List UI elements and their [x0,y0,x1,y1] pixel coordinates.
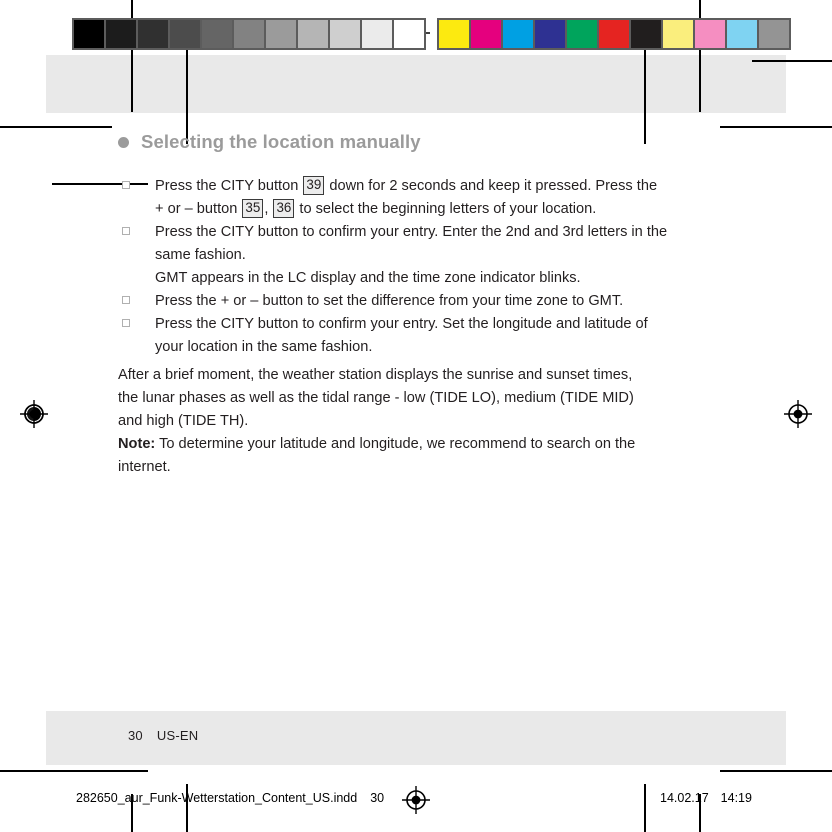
square-bullet-icon [122,227,130,235]
note-label: Note: [118,436,156,452]
body-paragraph: After a brief moment, the weather statio… [118,364,728,433]
step-line: Press the CITY button 39 down for 2 seco… [155,176,658,195]
crop-mark [699,0,701,112]
color-swatch [471,20,501,48]
grayscale-swatch [74,20,104,48]
crop-mark [720,770,832,772]
paragraph-line: and high (TIDE TH). [118,413,249,429]
proof-sheet: Selecting the location manually Press th… [0,0,832,832]
color-swatch [535,20,565,48]
crop-mark [752,60,832,62]
note-line: Note: To determine your latitude and lon… [118,436,636,452]
imprint-page-number: 30 [370,791,385,805]
color-swatch [727,20,757,48]
list-item: Press the CITY button to confirm your en… [118,221,728,290]
color-swatch [695,20,725,48]
page-footer: 30 US-EN [46,711,786,765]
crop-mark [131,0,133,112]
note-line: internet. [118,459,171,475]
color-swatch [503,20,533,48]
section-heading-label: Selecting the location manually [141,131,421,152]
color-swatch [567,20,597,48]
footer-language-code: US-EN [156,728,199,743]
step-line: same fashion. [155,247,246,263]
grayscale-swatch [138,20,168,48]
imprint-filename: 282650_aur_Funk-Wetterstation_Content_US… [76,791,358,805]
list-item: Press the CITY button 39 down for 2 seco… [118,175,728,221]
imprint-line: 282650_aur_Funk-Wetterstation_Content_US… [0,788,832,812]
page-content: Selecting the location manually Press th… [118,130,728,479]
grayscale-swatch [202,20,232,48]
grayscale-swatch [298,20,328,48]
list-item: Press the + or – button to set the diffe… [118,290,728,313]
imprint-date: 14.02.17 [660,791,709,805]
step-line: + or – button 35, 36 to select the begin… [155,199,597,218]
page-title: Selecting the location manually [118,130,728,153]
grayscale-swatch [170,20,200,48]
paragraph-line: After a brief moment, the weather statio… [118,367,633,383]
grayscale-swatch [266,20,296,48]
square-bullet-icon [122,296,130,304]
filled-circle-icon [118,137,129,148]
grayscale-calibration-bar [72,18,426,50]
note-paragraph: Note: To determine your latitude and lon… [118,433,728,479]
grayscale-swatch [234,20,264,48]
imprint-time: 14:19 [720,791,752,805]
imprint-left-group: 282650_aur_Funk-Wetterstation_Content_US… [76,791,384,805]
paragraph-line: the lunar phases as well as the tidal ra… [118,390,634,406]
color-swatch [631,20,661,48]
reference-number-badge: 35 [242,199,264,218]
crop-mark [0,126,112,128]
imprint-right-group: 14.02.17 14:19 [660,791,752,805]
step-line: Press the + or – button to set the diffe… [155,293,624,309]
instruction-step-list: Press the CITY button 39 down for 2 seco… [118,175,728,359]
reference-number-badge: 39 [303,176,325,195]
footer-page-number: 30 [128,728,143,743]
registration-target-icon [20,400,48,428]
list-item: Press the CITY button to confirm your en… [118,313,728,359]
crop-mark [52,770,148,772]
color-swatch [759,20,789,48]
step-line: GMT appears in the LC display and the ti… [155,270,581,286]
color-calibration-bar [437,18,791,50]
grayscale-swatch [394,20,424,48]
square-bullet-icon [122,181,130,189]
color-swatch [663,20,693,48]
step-line: Press the CITY button to confirm your en… [155,316,648,332]
crop-mark [720,126,832,128]
footer-text: 30 US-EN [128,728,198,743]
grayscale-swatch [106,20,136,48]
step-line: Press the CITY button to confirm your en… [155,224,668,240]
color-swatch [439,20,469,48]
color-swatch [599,20,629,48]
grayscale-swatch [362,20,392,48]
registration-target-icon [784,400,812,428]
grayscale-swatch [330,20,360,48]
square-bullet-icon [122,319,130,327]
reference-number-badge: 36 [273,199,295,218]
step-line: your location in the same fashion. [155,339,373,355]
